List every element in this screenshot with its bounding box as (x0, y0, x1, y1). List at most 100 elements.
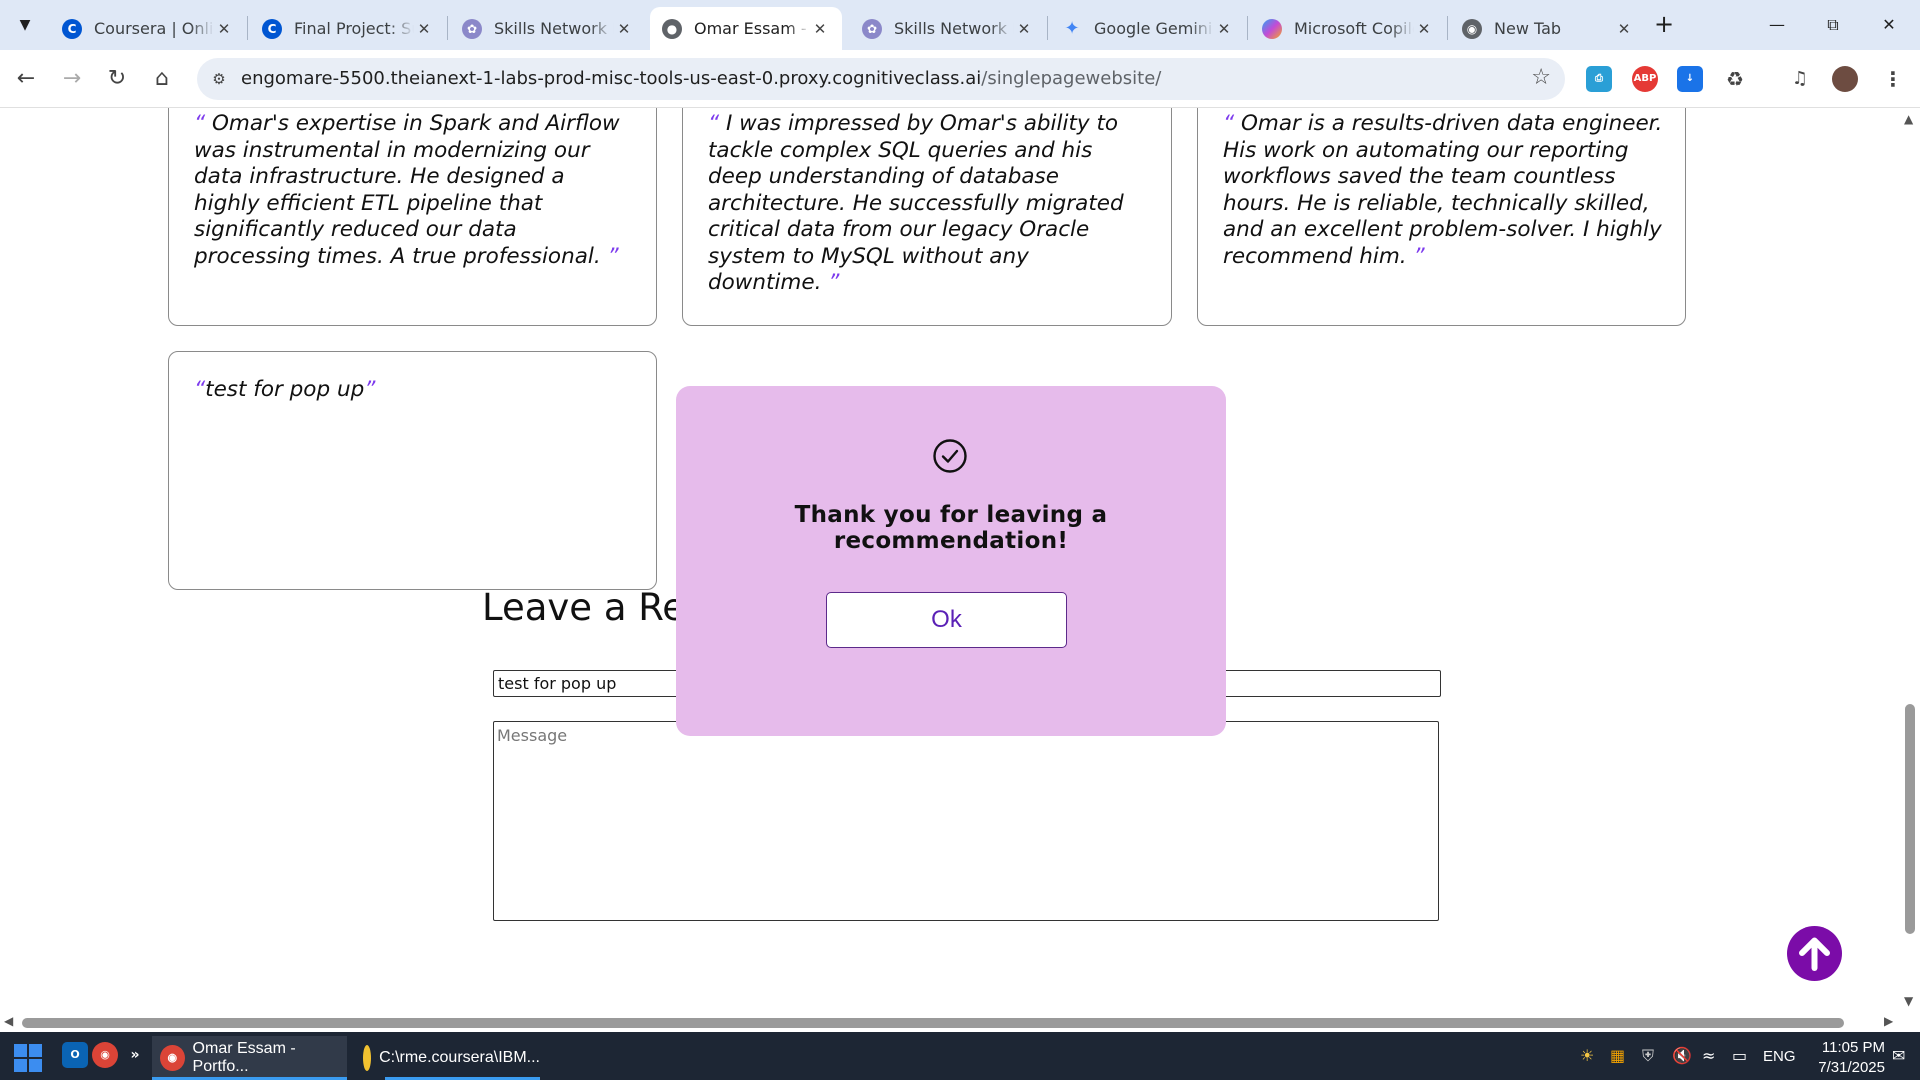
profile-avatar[interactable] (1832, 66, 1858, 92)
tab-label: Omar Essam - Portfolio (694, 19, 810, 38)
tab-new-tab[interactable]: ◉ New Tab ✕ (1450, 7, 1646, 50)
tab-label: Google Gemini (1094, 19, 1213, 38)
tab-google-gemini[interactable]: ✦ Google Gemini ✕ (1050, 7, 1246, 50)
ok-button[interactable]: Ok (826, 592, 1067, 648)
close-icon[interactable]: ✕ (1214, 20, 1234, 38)
wifi-icon[interactable]: ≈ (1702, 1046, 1715, 1065)
site-info-icon[interactable]: ⚙ (207, 67, 231, 91)
minimize-icon: — (1769, 15, 1785, 34)
copilot-icon (1262, 18, 1282, 39)
close-icon[interactable]: ✕ (1014, 20, 1034, 38)
close-icon[interactable]: ✕ (414, 20, 434, 38)
recommendation-body: test for pop up (205, 377, 365, 402)
coursera-icon: C (62, 18, 82, 39)
tab-final-project[interactable]: C Final Project: Submit ✕ (250, 7, 446, 50)
chevron-down-icon: ▼ (19, 17, 31, 33)
home-button[interactable]: ⌂ (146, 63, 178, 95)
volume-muted-icon[interactable]: 🔇 (1672, 1046, 1692, 1065)
close-icon[interactable]: ✕ (1614, 20, 1634, 38)
restore-button[interactable]: ⧉ (1808, 8, 1858, 42)
new-tab-button[interactable]: + (1650, 10, 1678, 38)
open-quote-icon: “ (194, 111, 206, 136)
vertical-scroll-thumb[interactable] (1905, 704, 1915, 934)
scroll-down-icon[interactable]: ▼ (1904, 994, 1913, 1008)
windows-start-button[interactable] (14, 1044, 42, 1072)
message-textarea[interactable] (493, 721, 1439, 921)
extensions-puzzle-icon[interactable]: ♻ (1722, 66, 1748, 92)
reload-button[interactable]: ↻ (101, 63, 133, 95)
address-bar[interactable]: ⚙ engomare-5500.theianext-1-labs-prod-mi… (197, 58, 1565, 100)
chrome-icon[interactable]: ◉ (92, 1042, 118, 1068)
tab-label: Coursera | Online Courses (94, 19, 214, 38)
horizontal-scrollbar[interactable]: ◀ ▶ (0, 1012, 1920, 1032)
recommendation-body: I was impressed by Omar's ability to tac… (708, 111, 1124, 295)
page-viewport: “ Omar's expertise in Spark and Airflow … (0, 108, 1900, 1012)
close-icon[interactable]: ✕ (810, 20, 830, 38)
printer-extension-icon[interactable]: ⎙ (1586, 66, 1612, 92)
scroll-left-icon[interactable]: ◀ (4, 1014, 13, 1028)
skills-network-icon: ✿ (862, 18, 882, 39)
tab-microsoft-copilot[interactable]: Microsoft Copilot ✕ (1250, 7, 1446, 50)
tab-skills-network-labs[interactable]: ✿ Skills Network Labs ✕ (450, 7, 646, 50)
tab-divider (1447, 16, 1448, 40)
language-indicator[interactable]: ENG (1763, 1048, 1796, 1065)
recommendation-text: “ Omar's expertise in Spark and Airflow … (194, 111, 634, 270)
outlook-icon[interactable]: O (62, 1042, 88, 1068)
horizontal-scroll-thumb[interactable] (22, 1018, 1844, 1028)
url-text[interactable]: engomare-5500.theianext-1-labs-prod-misc… (241, 68, 1161, 89)
open-quote-icon: “ (1223, 111, 1235, 136)
recommendation-body: Omar is a results-driven data engineer. … (1223, 111, 1663, 269)
reload-icon: ↻ (107, 66, 127, 91)
notification-bell-icon[interactable]: ✉ (1892, 1046, 1905, 1065)
check-circle-icon (933, 439, 967, 473)
adblock-extension-icon[interactable]: ABP (1632, 66, 1658, 92)
scroll-up-icon[interactable]: ▲ (1904, 112, 1913, 126)
back-to-top-button[interactable] (1787, 926, 1842, 981)
media-control-icon[interactable]: ♫ (1787, 66, 1813, 92)
menu-kebab-icon[interactable]: ⋮ (1880, 66, 1906, 92)
url-path: /singlepagewebsite/ (981, 68, 1162, 89)
open-quote-icon: “ (708, 111, 720, 136)
system-clock[interactable]: 11:05 PM 7/31/2025 (1805, 1038, 1885, 1078)
url-host: engomare-5500.theianext-1-labs-prod-misc… (241, 68, 982, 89)
taskbar-app-chrome[interactable]: ◉ Omar Essam - Portfo... (152, 1036, 347, 1080)
shield-icon[interactable]: ⛨ (1642, 1046, 1654, 1066)
tab-label: Skills Network Labs (494, 19, 614, 38)
close-quote-icon: ” (828, 270, 840, 295)
close-icon[interactable]: ✕ (614, 20, 634, 38)
download-extension-icon[interactable]: ↓ (1677, 66, 1703, 92)
tab-label: Skills Network Editor (894, 19, 1014, 38)
scroll-right-icon[interactable]: ▶ (1884, 1014, 1893, 1028)
close-window-button[interactable]: ✕ (1864, 8, 1914, 42)
bookmark-star-icon[interactable]: ☆ (1531, 65, 1551, 90)
recommendation-text: “ Omar is a results-driven data engineer… (1223, 111, 1663, 270)
close-icon[interactable]: ✕ (1414, 20, 1434, 38)
windows-logo-pane (14, 1059, 27, 1072)
clock-time: 11:05 PM (1821, 1039, 1885, 1056)
close-icon[interactable]: ✕ (214, 20, 234, 38)
weather-icon[interactable]: ☀ (1580, 1046, 1594, 1065)
back-button[interactable]: ← (10, 63, 42, 95)
vertical-scrollbar[interactable]: ▲ ▼ (1900, 108, 1920, 1012)
chrome-icon: ◉ (160, 1045, 185, 1071)
recommendation-card: “ Omar's expertise in Spark and Airflow … (168, 108, 657, 326)
tab-coursera[interactable]: C Coursera | Online Courses ✕ (50, 7, 246, 50)
minimize-button[interactable]: — (1752, 8, 1802, 42)
forward-button[interactable]: → (56, 63, 88, 95)
globe-icon: ● (662, 18, 682, 39)
windows-logo-pane (29, 1044, 42, 1057)
recommendation-text: “ I was impressed by Omar's ability to t… (708, 111, 1149, 297)
tab-label: Microsoft Copilot (1294, 19, 1414, 38)
browser-tab-strip: ▼ C Coursera | Online Courses ✕ C Final … (0, 0, 1920, 50)
chrome-icon: ◉ (1462, 18, 1482, 39)
tab-search-button[interactable]: ▼ (8, 8, 42, 42)
battery-icon[interactable]: ▭ (1732, 1046, 1747, 1065)
taskbar-app-explorer[interactable]: C:\rme.coursera\IBM... (355, 1036, 540, 1080)
overflow-chevron-icon[interactable]: » (126, 1042, 144, 1068)
tab-skills-network-editor[interactable]: ✿ Skills Network Editor ✕ (850, 7, 1046, 50)
arrow-up-icon (1799, 937, 1830, 971)
tab-divider (447, 16, 448, 40)
app-grid-icon[interactable]: ▦ (1610, 1046, 1625, 1065)
open-quote-icon: “ (194, 377, 206, 402)
tab-omar-essam[interactable]: ● Omar Essam - Portfolio ✕ (650, 7, 842, 50)
